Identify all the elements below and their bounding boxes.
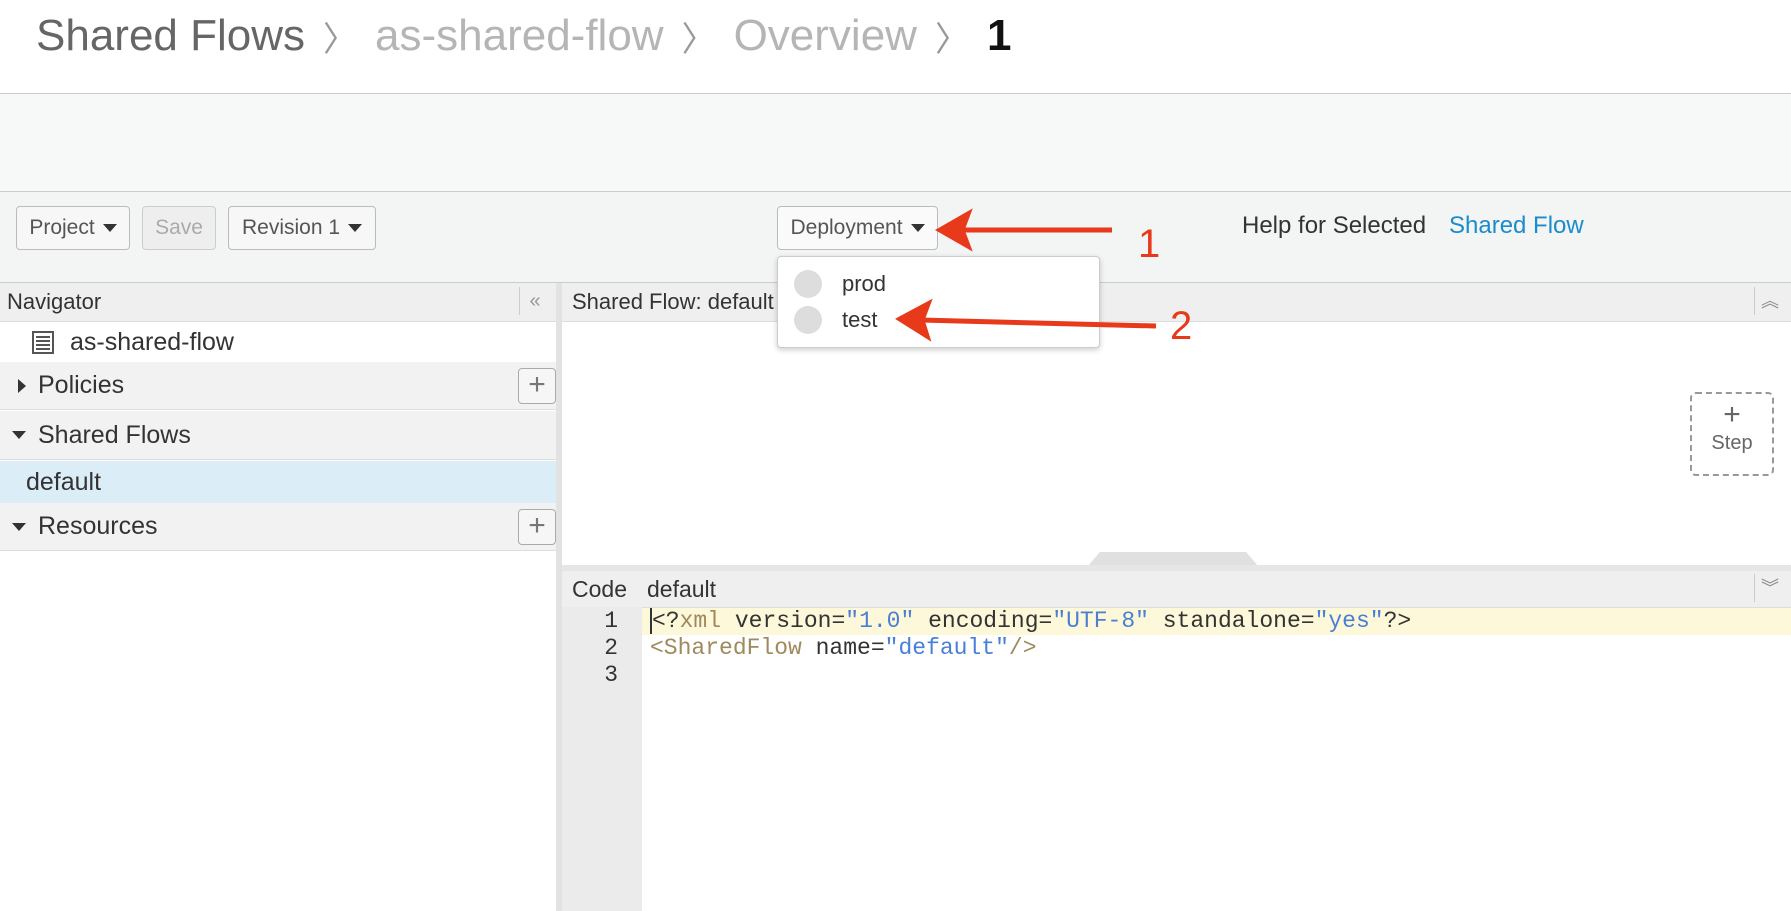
annotation-label-2: 2 [1170,304,1193,348]
arrow-icon [895,298,1157,342]
arrow-icon [934,208,1112,252]
annotation-overlay [895,208,1157,342]
annotation-label-1: 1 [1138,222,1161,266]
